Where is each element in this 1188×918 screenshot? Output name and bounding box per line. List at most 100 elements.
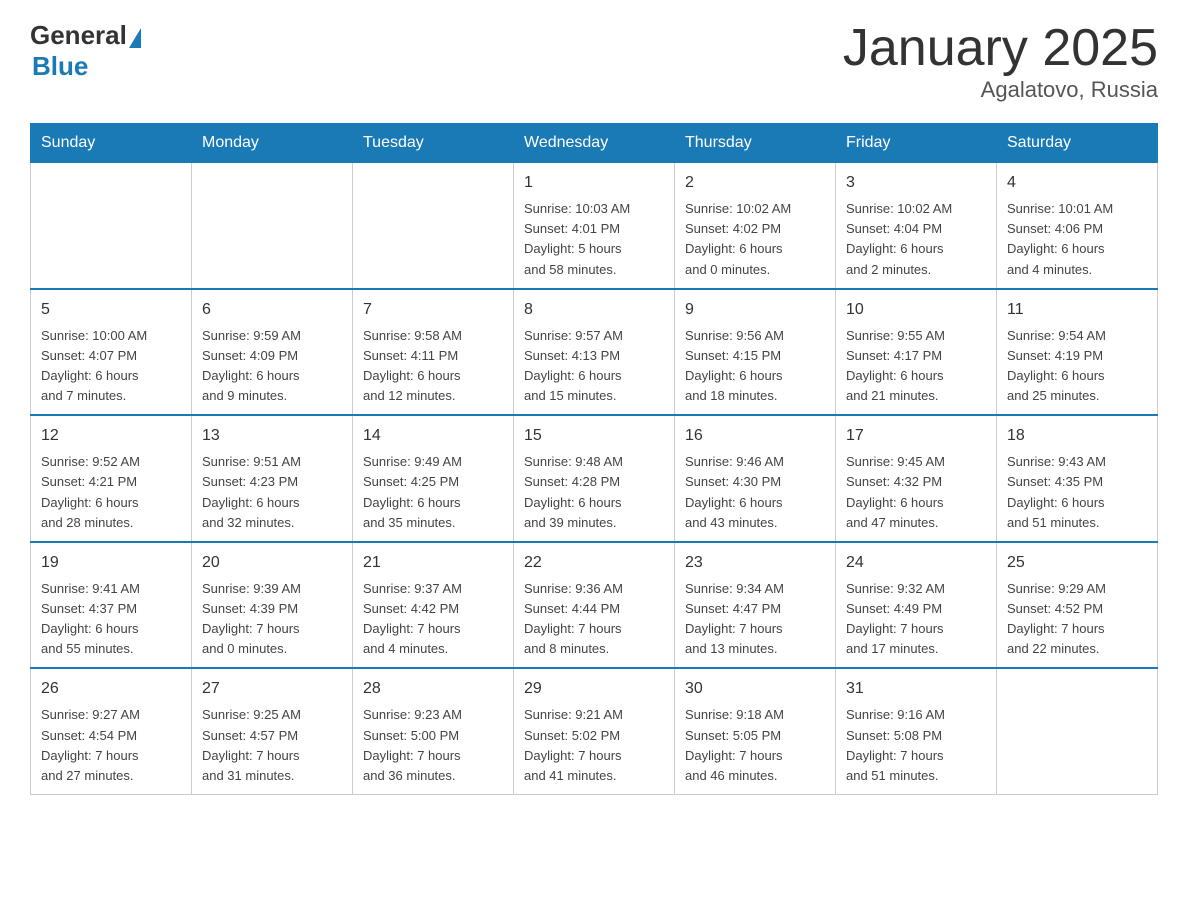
day-info: Sunrise: 9:51 AM Sunset: 4:23 PM Dayligh… <box>202 452 342 533</box>
calendar-cell: 22 Sunrise: 9:36 AM Sunset: 4:44 PM Dayli… <box>514 542 675 669</box>
day-number: 9 <box>685 298 825 322</box>
day-info: Sunrise: 10:02 AM Sunset: 4:04 PM Daylig… <box>846 199 986 280</box>
day-info: Sunrise: 10:02 AM Sunset: 4:02 PM Daylig… <box>685 199 825 280</box>
calendar-cell: 2 Sunrise: 10:02 AM Sunset: 4:02 PM Dayli… <box>675 163 836 289</box>
day-info: Sunrise: 9:49 AM Sunset: 4:25 PM Dayligh… <box>363 452 503 533</box>
calendar-week-row: 5Sunrise: 10:00 AM Sunset: 4:07 PM Dayli… <box>31 289 1158 416</box>
title-block: January 2025 Agalatovo, Russia <box>843 20 1158 103</box>
day-number: 28 <box>363 677 503 701</box>
day-info: Sunrise: 9:21 AM Sunset: 5:02 PM Dayligh… <box>524 705 664 786</box>
day-info: Sunrise: 9:32 AM Sunset: 4:49 PM Dayligh… <box>846 579 986 660</box>
calendar-cell: 8 Sunrise: 9:57 AM Sunset: 4:13 PM Daylig… <box>514 289 675 416</box>
calendar-week-row: 26 Sunrise: 9:27 AM Sunset: 4:54 PM Dayli… <box>31 668 1158 794</box>
day-info: Sunrise: 9:23 AM Sunset: 5:00 PM Dayligh… <box>363 705 503 786</box>
calendar-table: SundayMondayTuesdayWednesdayThursdayFrid… <box>30 123 1158 795</box>
calendar-cell: 11 Sunrise: 9:54 AM Sunset: 4:19 PM Dayli… <box>997 289 1158 416</box>
day-info: Sunrise: 9:55 AM Sunset: 4:17 PM Dayligh… <box>846 326 986 407</box>
day-of-week-header: Sunday <box>31 124 192 163</box>
calendar-cell <box>192 163 353 289</box>
day-number: 31 <box>846 677 986 701</box>
day-number: 7 <box>363 298 503 322</box>
day-info: Sunrise: 10:01 AM Sunset: 4:06 PM Daylig… <box>1007 199 1147 280</box>
day-of-week-header: Tuesday <box>353 124 514 163</box>
calendar-week-row: 1 Sunrise: 10:03 AM Sunset: 4:01 PM Dayli… <box>31 163 1158 289</box>
day-number: 12 <box>41 424 181 448</box>
calendar-subtitle: Agalatovo, Russia <box>843 77 1158 103</box>
day-number: 13 <box>202 424 342 448</box>
day-number: 24 <box>846 551 986 575</box>
day-number: 27 <box>202 677 342 701</box>
day-number: 29 <box>524 677 664 701</box>
day-of-week-header: Saturday <box>997 124 1158 163</box>
logo-general-text: General <box>30 20 127 51</box>
day-number: 21 <box>363 551 503 575</box>
day-of-week-header: Monday <box>192 124 353 163</box>
calendar-header-row: SundayMondayTuesdayWednesdayThursdayFrid… <box>31 124 1158 163</box>
day-of-week-header: Friday <box>836 124 997 163</box>
day-info: Sunrise: 9:48 AM Sunset: 4:28 PM Dayligh… <box>524 452 664 533</box>
calendar-week-row: 19Sunrise: 9:41 AM Sunset: 4:37 PM Dayli… <box>31 542 1158 669</box>
calendar-cell: 31Sunrise: 9:16 AM Sunset: 5:08 PM Dayli… <box>836 668 997 794</box>
calendar-week-row: 12 Sunrise: 9:52 AM Sunset: 4:21 PM Dayli… <box>31 415 1158 542</box>
day-info: Sunrise: 9:27 AM Sunset: 4:54 PM Dayligh… <box>41 705 181 786</box>
calendar-cell: 25 Sunrise: 9:29 AM Sunset: 4:52 PM Dayli… <box>997 542 1158 669</box>
day-number: 11 <box>1007 298 1147 322</box>
calendar-cell: 30Sunrise: 9:18 AM Sunset: 5:05 PM Dayli… <box>675 668 836 794</box>
day-number: 5 <box>41 298 181 322</box>
day-number: 4 <box>1007 171 1147 195</box>
day-number: 26 <box>41 677 181 701</box>
day-info: Sunrise: 9:41 AM Sunset: 4:37 PM Dayligh… <box>41 579 181 660</box>
day-info: Sunrise: 9:39 AM Sunset: 4:39 PM Dayligh… <box>202 579 342 660</box>
calendar-cell: 19Sunrise: 9:41 AM Sunset: 4:37 PM Dayli… <box>31 542 192 669</box>
day-info: Sunrise: 9:52 AM Sunset: 4:21 PM Dayligh… <box>41 452 181 533</box>
day-number: 6 <box>202 298 342 322</box>
calendar-cell <box>31 163 192 289</box>
day-number: 16 <box>685 424 825 448</box>
calendar-cell: 7 Sunrise: 9:58 AM Sunset: 4:11 PM Daylig… <box>353 289 514 416</box>
calendar-cell: 21 Sunrise: 9:37 AM Sunset: 4:42 PM Dayli… <box>353 542 514 669</box>
day-number: 2 <box>685 171 825 195</box>
day-info: Sunrise: 9:57 AM Sunset: 4:13 PM Dayligh… <box>524 326 664 407</box>
day-info: Sunrise: 9:25 AM Sunset: 4:57 PM Dayligh… <box>202 705 342 786</box>
logo-blue-text: Blue <box>32 51 88 82</box>
day-number: 20 <box>202 551 342 575</box>
day-number: 22 <box>524 551 664 575</box>
logo: General Blue <box>30 20 141 82</box>
day-info: Sunrise: 10:03 AM Sunset: 4:01 PM Daylig… <box>524 199 664 280</box>
calendar-cell: 15Sunrise: 9:48 AM Sunset: 4:28 PM Dayli… <box>514 415 675 542</box>
calendar-cell <box>997 668 1158 794</box>
day-info: Sunrise: 9:37 AM Sunset: 4:42 PM Dayligh… <box>363 579 503 660</box>
day-info: Sunrise: 9:34 AM Sunset: 4:47 PM Dayligh… <box>685 579 825 660</box>
calendar-cell: 27 Sunrise: 9:25 AM Sunset: 4:57 PM Dayli… <box>192 668 353 794</box>
day-number: 17 <box>846 424 986 448</box>
calendar-cell <box>353 163 514 289</box>
day-info: Sunrise: 9:46 AM Sunset: 4:30 PM Dayligh… <box>685 452 825 533</box>
calendar-cell: 5Sunrise: 10:00 AM Sunset: 4:07 PM Dayli… <box>31 289 192 416</box>
calendar-cell: 23Sunrise: 9:34 AM Sunset: 4:47 PM Dayli… <box>675 542 836 669</box>
day-number: 10 <box>846 298 986 322</box>
calendar-cell: 20 Sunrise: 9:39 AM Sunset: 4:39 PM Dayli… <box>192 542 353 669</box>
calendar-cell: 10 Sunrise: 9:55 AM Sunset: 4:17 PM Dayli… <box>836 289 997 416</box>
day-number: 1 <box>524 171 664 195</box>
day-of-week-header: Thursday <box>675 124 836 163</box>
day-number: 14 <box>363 424 503 448</box>
calendar-cell: 12 Sunrise: 9:52 AM Sunset: 4:21 PM Dayli… <box>31 415 192 542</box>
calendar-title: January 2025 <box>843 20 1158 77</box>
day-info: Sunrise: 9:58 AM Sunset: 4:11 PM Dayligh… <box>363 326 503 407</box>
day-info: Sunrise: 9:56 AM Sunset: 4:15 PM Dayligh… <box>685 326 825 407</box>
day-info: Sunrise: 9:36 AM Sunset: 4:44 PM Dayligh… <box>524 579 664 660</box>
day-info: Sunrise: 9:59 AM Sunset: 4:09 PM Dayligh… <box>202 326 342 407</box>
calendar-cell: 18Sunrise: 9:43 AM Sunset: 4:35 PM Dayli… <box>997 415 1158 542</box>
day-info: Sunrise: 9:45 AM Sunset: 4:32 PM Dayligh… <box>846 452 986 533</box>
calendar-cell: 16 Sunrise: 9:46 AM Sunset: 4:30 PM Dayli… <box>675 415 836 542</box>
page-header: General Blue January 2025 Agalatovo, Rus… <box>30 20 1158 103</box>
calendar-cell: 17 Sunrise: 9:45 AM Sunset: 4:32 PM Dayli… <box>836 415 997 542</box>
day-of-week-header: Wednesday <box>514 124 675 163</box>
day-number: 25 <box>1007 551 1147 575</box>
day-number: 30 <box>685 677 825 701</box>
day-info: Sunrise: 9:29 AM Sunset: 4:52 PM Dayligh… <box>1007 579 1147 660</box>
day-number: 8 <box>524 298 664 322</box>
day-info: Sunrise: 9:54 AM Sunset: 4:19 PM Dayligh… <box>1007 326 1147 407</box>
logo-triangle-icon <box>129 28 141 48</box>
calendar-cell: 26 Sunrise: 9:27 AM Sunset: 4:54 PM Dayli… <box>31 668 192 794</box>
